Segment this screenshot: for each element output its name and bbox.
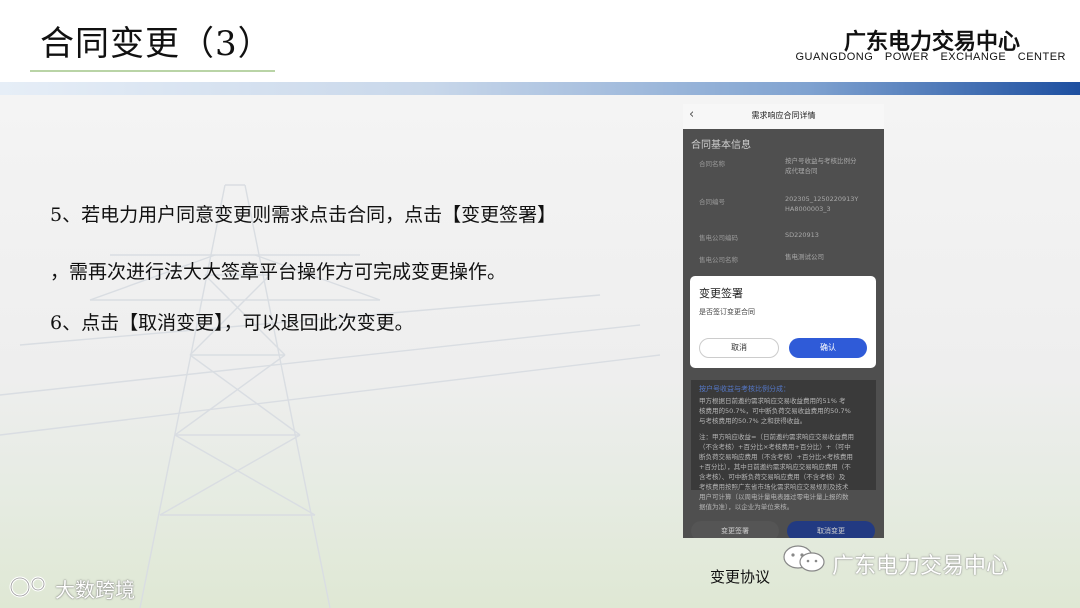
dialog-message: 是否签订变更合同 (699, 308, 755, 316)
section-title: 合同基本信息 (691, 140, 751, 151)
phone-nav-bar: ‹ 需求响应合同详情 (683, 104, 884, 129)
watermark-brand-name: 大数跨境 (55, 578, 135, 602)
org-name-en: GUANGDONG POWER EXCHANGE CENTER (795, 51, 1066, 63)
field-label: 售电公司编码 (699, 234, 738, 242)
field-label: 合同编号 (699, 198, 725, 206)
slide-header: 合同变更（3） 广东电力交易中心 GUANGDONG POWER EXCHANG… (0, 0, 1080, 82)
field-label: 合同名称 (699, 160, 725, 168)
terms-heading: 按户号收益与考核比例分成： (699, 385, 790, 393)
brand-logo-icon (9, 576, 46, 598)
watermark-org-name: 广东电力交易中心 (832, 554, 1009, 579)
field-value: 202305_1250220913Y HA8000003_3 (785, 195, 859, 213)
confirm-dialog: 变更签署 是否签订变更合同 取消 确认 (690, 276, 876, 368)
wechat-icon (783, 545, 825, 572)
change-sign-button[interactable]: 变更签署 (691, 521, 779, 538)
power-tower-background-icon (0, 184, 661, 608)
figure-caption: 变更协议 (710, 568, 771, 586)
instruction-line-2: ，需再次进行法大大签章平台操作方可完成变更操作。 (50, 261, 507, 283)
title-underline (30, 70, 275, 72)
terms-paragraph-2: 注：甲方响应收益=（日前邀约需求响应交易收益费用 （不含考核）+百分比×考核费用… (699, 433, 854, 511)
field-value: 售电测试公司 (785, 253, 824, 261)
slide-title: 合同变更（3） (40, 24, 273, 64)
dialog-cancel-button[interactable]: 取消 (699, 338, 779, 358)
instruction-line-3: 6、点击【取消变更】，可以退回此次变更。 (50, 312, 414, 334)
terms-paragraph-1: 甲方根据日前邀约需求响应交易收益费用的51% 考 核费用的50.7%，可中断负荷… (699, 397, 851, 425)
header-stripe (0, 82, 1080, 95)
cancel-change-button[interactable]: 取消变更 (787, 521, 875, 538)
field-label: 售电公司名称 (699, 256, 738, 264)
instruction-line-1: 5、若电力用户同意变更则需求点击合同，点击【变更签署】 (50, 204, 557, 226)
slide-content: 5、若电力用户同意变更则需求点击合同，点击【变更签署】 ，需再次进行法大大签章平… (0, 95, 1080, 608)
dialog-title: 变更签署 (699, 287, 743, 300)
dialog-confirm-button[interactable]: 确认 (789, 338, 867, 358)
field-value: 按户号收益与考核比例分 成代理合同 (785, 157, 857, 175)
field-value: SD220913 (785, 231, 819, 239)
phone-page-title: 需求响应合同详情 (751, 111, 816, 120)
